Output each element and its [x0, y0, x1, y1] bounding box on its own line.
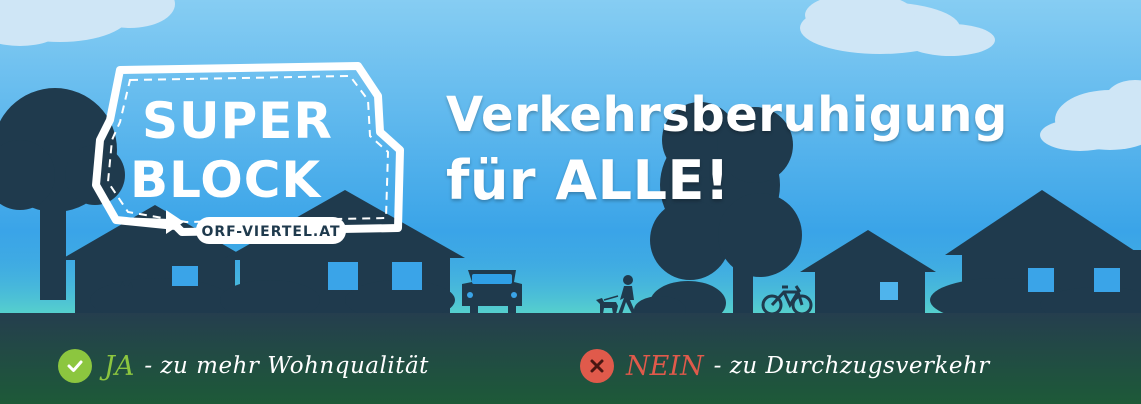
headline-line-2: für ALLE!	[446, 149, 730, 212]
banner: SUPER BLOCK ORF-VIERTEL.AT Verkehrsberuh…	[0, 0, 1141, 404]
logo-line-block: BLOCK	[130, 151, 322, 209]
claim-yes: JA - zu mehr Wohnqualität	[58, 346, 429, 386]
claim-no-keyword: NEIN	[626, 350, 704, 382]
arrow-icon	[115, 217, 173, 225]
check-circle-icon	[58, 349, 92, 383]
logo-line-super: SUPER	[142, 92, 333, 150]
claim-no: NEIN - zu Durchzugsverkehr	[580, 346, 990, 386]
logo-domain: ORF-VIERTEL.AT	[201, 224, 340, 240]
claim-yes-text: - zu mehr Wohnqualität	[144, 353, 429, 379]
claim-yes-keyword: JA	[104, 350, 135, 382]
claims-bar: JA - zu mehr Wohnqualität NEIN - zu Durc…	[0, 330, 1141, 404]
x-circle-icon	[580, 349, 614, 383]
headline: Verkehrsberuhigung für ALLE!	[446, 84, 1008, 216]
headline-line-1: Verkehrsberuhigung	[446, 87, 1008, 143]
claim-no-text: - zu Durchzugsverkehr	[713, 353, 990, 379]
